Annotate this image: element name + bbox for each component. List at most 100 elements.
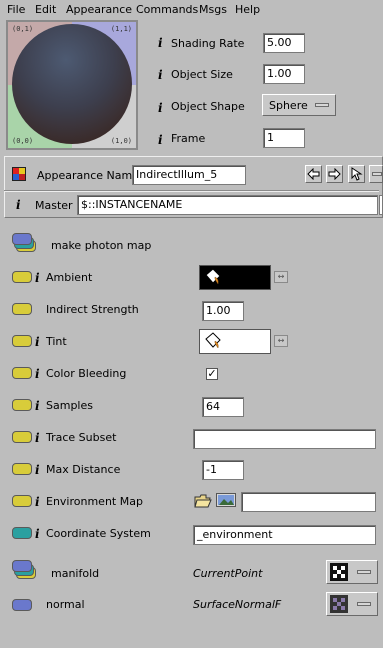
connector-icon[interactable] [12, 335, 32, 347]
color-bleeding-label: Color Bleeding [46, 367, 127, 380]
samples-label: Samples [46, 399, 93, 412]
connector-icon[interactable] [12, 399, 32, 411]
normal-label: normal [46, 598, 85, 611]
forward-button[interactable] [326, 165, 343, 183]
connector-layer [12, 560, 32, 572]
image-browser-icon[interactable] [216, 493, 236, 507]
trace-subset-label: Trace Subset [46, 431, 117, 444]
master-field-overflow [379, 195, 383, 215]
tint-label: Tint [46, 335, 67, 348]
shading-rate-field[interactable]: 5.00 [263, 33, 305, 53]
info-icon[interactable]: i [158, 101, 163, 115]
arrow-right-icon [328, 168, 341, 180]
info-icon[interactable]: i [16, 198, 21, 212]
max-distance-label: Max Distance [46, 463, 121, 476]
info-icon[interactable]: i [35, 527, 40, 541]
object-size-field[interactable]: 1.00 [263, 64, 305, 84]
info-icon[interactable]: i [158, 133, 163, 147]
back-button[interactable] [305, 165, 322, 183]
preview-sphere [12, 24, 132, 144]
menu-edit[interactable]: Edit [35, 3, 56, 16]
option-menu-indicator-icon [357, 570, 371, 574]
trace-subset-field[interactable] [193, 429, 376, 449]
object-shape-option-menu[interactable]: Sphere [262, 94, 336, 116]
object-shape-value: Sphere [269, 99, 308, 112]
manifold-label: manifold [51, 567, 100, 580]
coordinate-system-field[interactable]: _environment [193, 525, 376, 545]
manifold-menu-button[interactable] [326, 560, 378, 584]
connector-icon[interactable] [12, 271, 32, 283]
connector-layer [12, 233, 32, 245]
folder-open-icon[interactable] [194, 494, 212, 508]
info-icon[interactable]: i [35, 399, 40, 413]
preview-corner-label: (0,1) [12, 25, 34, 33]
color-bleeding-checkbox[interactable]: ✓ [206, 368, 218, 380]
option-menu-indicator-icon [357, 602, 371, 606]
master-label: Master [35, 199, 73, 212]
normal-menu-button[interactable] [326, 592, 378, 616]
appearance-name-label: Appearance Name [37, 169, 139, 182]
max-distance-field[interactable]: -1 [202, 460, 244, 480]
environment-map-label: Environment Map [46, 495, 143, 508]
ambient-color-swatch[interactable] [199, 265, 271, 290]
environment-map-field[interactable] [241, 492, 376, 512]
stacked-connector-icon[interactable] [12, 559, 38, 581]
menu-commands[interactable]: Commands [136, 3, 198, 16]
connector-icon[interactable] [12, 367, 32, 379]
cursor-icon [351, 167, 363, 181]
stacked-connector-icon[interactable] [12, 232, 38, 254]
info-icon[interactable]: i [35, 495, 40, 509]
paint-bucket-icon [205, 332, 221, 349]
object-size-label: Object Size [171, 68, 233, 81]
frame-field[interactable]: 1 [263, 128, 305, 148]
appearance-name-field[interactable]: IndirectIllum_5 [132, 165, 246, 185]
connector-icon[interactable] [12, 431, 32, 443]
coordinate-system-label: Coordinate System [46, 527, 151, 540]
preview-corner-label: (1,1) [110, 25, 132, 33]
appearance-type-icon [12, 167, 26, 181]
connector-icon[interactable] [12, 303, 32, 315]
indirect-strength-field[interactable]: 1.00 [202, 301, 244, 321]
divider [4, 190, 379, 192]
frame-label: Frame [171, 132, 206, 145]
info-icon[interactable]: i [35, 335, 40, 349]
preview-corner-label: (1,0) [110, 137, 132, 145]
link-button[interactable]: ↔ [274, 271, 288, 283]
indirect-strength-label: Indirect Strength [46, 303, 139, 316]
option-menu-indicator-icon [372, 172, 382, 176]
ambient-label: Ambient [46, 271, 93, 284]
preview-corner-label: (0,0) [12, 137, 34, 145]
normal-type: SurfaceNormalF [193, 598, 282, 611]
appearance-menu-button[interactable] [369, 165, 383, 183]
menu-msgs[interactable]: Msgs [199, 3, 227, 16]
connector-icon[interactable] [12, 495, 32, 507]
master-field[interactable]: $::INSTANCENAME [77, 195, 378, 215]
checker-pattern-icon [330, 595, 348, 613]
checker-pattern-icon [330, 563, 348, 581]
info-icon[interactable]: i [35, 431, 40, 445]
option-menu-indicator-icon [315, 103, 329, 107]
link-button[interactable]: ↔ [274, 335, 288, 347]
manifold-type: CurrentPoint [193, 567, 263, 580]
info-icon[interactable]: i [35, 463, 40, 477]
paint-bucket-icon [205, 268, 221, 285]
info-icon[interactable]: i [158, 68, 163, 82]
connector-icon[interactable] [12, 463, 32, 475]
info-icon[interactable]: i [35, 271, 40, 285]
arrow-left-icon [307, 168, 320, 180]
info-icon[interactable]: i [35, 367, 40, 381]
menu-help[interactable]: Help [235, 3, 260, 16]
menu-appearance[interactable]: Appearance [66, 3, 132, 16]
image-icon [218, 495, 234, 505]
connector-icon[interactable] [12, 599, 32, 611]
menu-file[interactable]: File [7, 3, 25, 16]
appearance-preview[interactable]: (0,1) (1,1) (0,0) (1,0) [6, 20, 138, 150]
samples-field[interactable]: 64 [202, 397, 244, 417]
menu-bar: File Edit Appearance Commands Msgs Help [0, 0, 383, 20]
pick-button[interactable] [348, 165, 365, 183]
connector-icon[interactable] [12, 527, 32, 539]
tint-color-swatch[interactable] [199, 329, 271, 354]
make-photon-map-label: make photon map [51, 239, 152, 252]
info-icon[interactable]: i [158, 36, 163, 50]
object-shape-label: Object Shape [171, 100, 245, 113]
